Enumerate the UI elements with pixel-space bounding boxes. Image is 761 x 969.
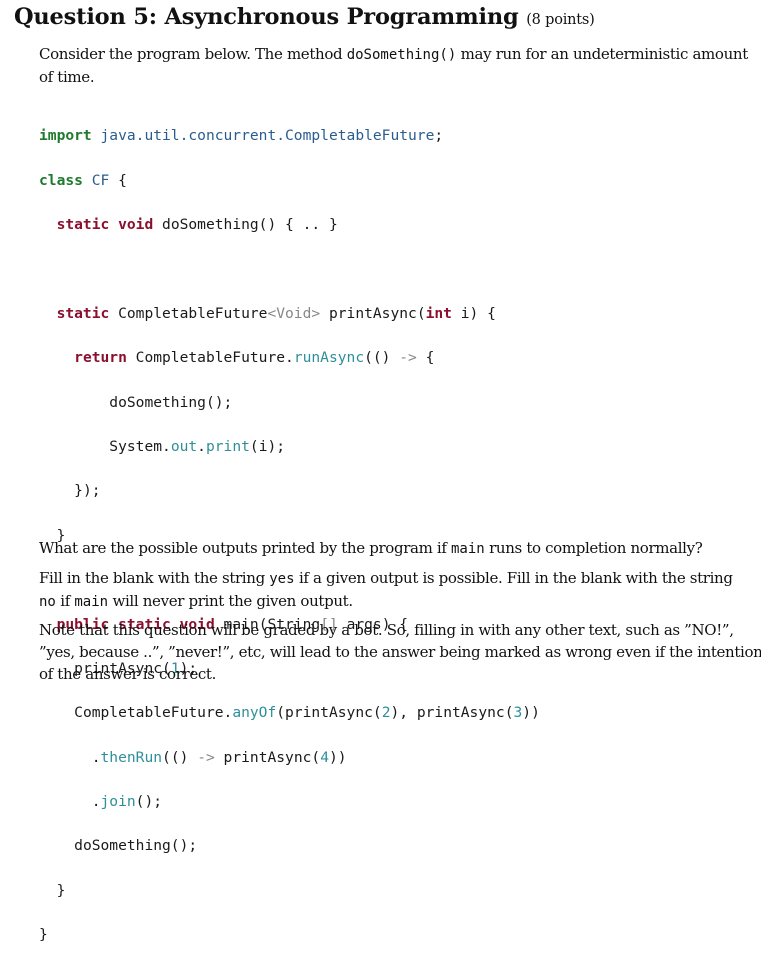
code-line-5: static CompletableFuture<Void> printAsyn… [56,304,496,322]
code-line-7: doSomething(); [109,393,233,411]
yes-code-ref: yes [269,571,295,587]
code-line-17: doSomething(); [74,837,198,855]
intro-text-2: may run for an undeterministic amount [456,45,749,63]
code-line-19: } [39,926,48,944]
intro-paragraph: Consider the program below. The method d… [39,43,754,88]
intro-method-name: doSomething() [346,47,457,63]
note-line-1: Note that this question will be graded b… [39,621,734,639]
question-title: Question 5: Asynchronous Programming [14,4,519,30]
main-code-ref: main [450,541,485,557]
note-line-3: of the answer is correct. [39,665,216,683]
question-points: (8 points) [526,12,595,28]
main-code-ref-2: main [74,594,109,610]
intro-text-3: of time. [39,68,95,86]
code-line-6: return CompletableFuture.runAsync(() -> … [74,349,435,367]
instructions-paragraph: Fill in the blank with the string yes if… [39,569,733,610]
question-heading: Question 5: Asynchronous Programming (8 … [14,4,595,30]
code-line-3: static void doSomething() { .. } [56,215,338,233]
code-line-16: .join(); [91,793,163,811]
code-line-8: System.out.print(i); [109,437,286,455]
code-block: import java.util.concurrent.CompletableF… [39,103,540,969]
question-text: What are the possible outputs printed by… [39,539,703,557]
note-paragraph: Note that this question will be graded b… [39,619,761,685]
code-line-2: class CF { [39,171,127,189]
note-line-2: ”yes, because ..”, ”never!”, etc, will l… [39,643,761,661]
code-line-14: CompletableFuture.anyOf(printAsync(2), p… [74,704,540,722]
code-line-9: }); [74,482,101,500]
intro-text-1: Consider the program below. The method [39,45,347,63]
no-code-ref: no [39,594,56,610]
code-line-1: import java.util.concurrent.CompletableF… [39,127,444,145]
code-line-15: .thenRun(() -> printAsync(4)) [91,748,347,766]
code-line-18: } [56,881,66,899]
